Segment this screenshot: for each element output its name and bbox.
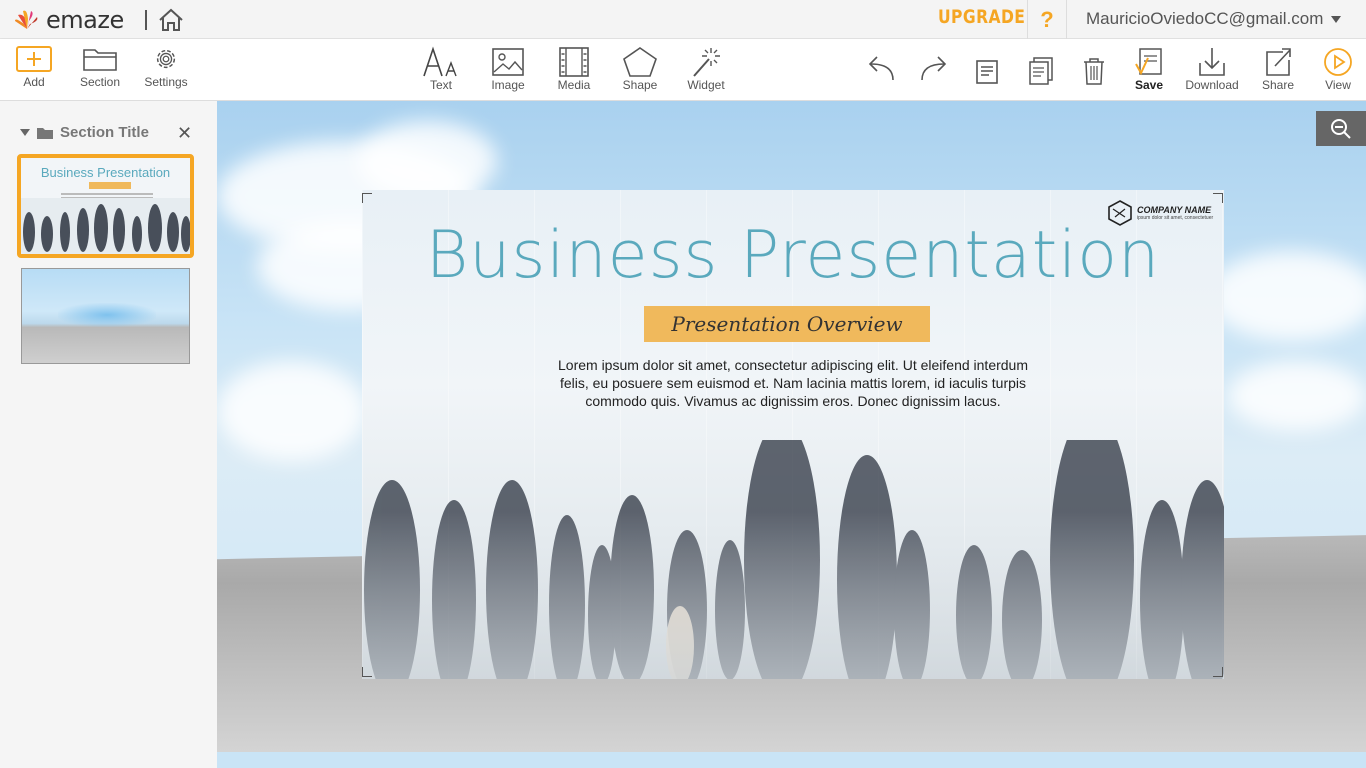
film-icon	[559, 47, 589, 77]
save-label: Save	[1134, 78, 1164, 92]
slide-thumbnail-2[interactable]	[21, 268, 190, 364]
copy-icon	[1029, 57, 1053, 85]
editor-toolbar: Add Section Settings Text Image Media Sh…	[0, 39, 1366, 101]
shape-label: Shape	[622, 78, 658, 92]
download-button[interactable]: Download	[1184, 39, 1240, 101]
cloud-decoration	[1207, 251, 1366, 341]
folder-icon	[83, 49, 117, 71]
image-tool-button[interactable]: Image	[487, 39, 529, 101]
close-icon[interactable]: ✕	[177, 123, 192, 144]
section-title[interactable]: Section Title	[60, 124, 149, 141]
home-icon[interactable]	[157, 7, 185, 33]
thumbnail-title: Business Presentation	[40, 165, 171, 180]
slide-title[interactable]: Business Presentation	[362, 218, 1224, 293]
trash-icon	[1084, 58, 1104, 85]
download-label: Download	[1185, 78, 1239, 92]
canvas-bottom-strip	[217, 752, 1366, 768]
gear-icon	[156, 49, 176, 69]
duplicate-button[interactable]	[1026, 39, 1056, 101]
share-icon	[1266, 48, 1291, 76]
slide-subtitle-banner[interactable]: Presentation Overview	[644, 306, 930, 342]
company-name: COMPANY NAME	[1137, 205, 1212, 215]
add-icon	[16, 46, 52, 72]
help-button[interactable]: ?	[1027, 0, 1067, 39]
save-button[interactable]: Save	[1128, 39, 1170, 101]
folder-icon	[37, 127, 53, 139]
media-tool-button[interactable]: Media	[553, 39, 595, 101]
share-button[interactable]: Share	[1258, 39, 1298, 101]
thumbnail-text-line	[61, 193, 153, 195]
chevron-down-icon	[1331, 15, 1342, 23]
cloud-decoration	[217, 361, 367, 461]
section-header[interactable]: Section Title	[20, 124, 149, 141]
add-button[interactable]: Add	[14, 39, 54, 101]
play-icon	[1324, 48, 1352, 76]
view-label: View	[1325, 78, 1351, 92]
logo-text: emaze	[46, 6, 124, 34]
pentagon-icon	[623, 47, 657, 77]
section-label: Section	[79, 75, 121, 89]
section-button[interactable]: Section	[78, 39, 122, 101]
text-icon	[423, 46, 457, 77]
widget-label: Widget	[687, 78, 725, 92]
thumbnail-banner	[89, 182, 131, 189]
settings-button[interactable]: Settings	[144, 39, 188, 101]
selection-corner[interactable]	[362, 667, 372, 677]
selection-corner[interactable]	[1213, 193, 1223, 203]
save-icon	[1135, 48, 1162, 76]
crowd-background-image	[362, 440, 1224, 679]
top-bar: emaze UPGRADE ? MauricioOviedoCC@gmail.c…	[0, 0, 1366, 39]
delete-button[interactable]	[1080, 39, 1108, 101]
text-label: Text	[429, 78, 452, 92]
collapse-triangle-icon[interactable]	[20, 129, 30, 136]
zoom-out-button[interactable]	[1316, 111, 1366, 146]
shape-tool-button[interactable]: Shape	[619, 39, 661, 101]
emaze-flower-icon	[15, 10, 38, 29]
document-icon	[976, 60, 998, 84]
image-icon	[492, 48, 524, 76]
selection-corner[interactable]	[1213, 667, 1223, 677]
slides-sidebar: Section Title ✕ Business Presentation	[0, 101, 217, 768]
redo-icon	[921, 56, 947, 81]
thumbnail-glow	[58, 303, 156, 327]
add-label: Add	[23, 75, 45, 89]
zoom-out-icon	[1331, 118, 1351, 139]
user-email: MauricioOviedoCC@gmail.com	[1086, 9, 1324, 28]
notes-button[interactable]	[972, 39, 1002, 101]
slide-subtitle: Presentation Overview	[671, 312, 903, 336]
cloud-decoration	[1227, 361, 1366, 431]
thumbnail-crowd-image	[21, 198, 190, 254]
media-label: Media	[557, 78, 591, 92]
widget-tool-button[interactable]: Widget	[684, 39, 728, 101]
download-icon	[1199, 48, 1225, 76]
cloud-decoration	[357, 121, 497, 201]
image-label: Image	[491, 78, 525, 92]
share-label: Share	[1261, 78, 1295, 92]
emaze-logo[interactable]: emaze	[14, 6, 124, 34]
slide-thumbnail-1[interactable]: Business Presentation	[17, 154, 194, 258]
upgrade-button[interactable]: UPGRADE	[938, 6, 1025, 28]
user-menu[interactable]: MauricioOviedoCC@gmail.com	[1086, 9, 1342, 29]
magic-wand-icon	[693, 48, 720, 77]
redo-button[interactable]	[917, 39, 951, 101]
logo-separator	[145, 10, 147, 30]
slide-body-text[interactable]: Lorem ipsum dolor sit amet, consectetur …	[554, 356, 1032, 410]
text-tool-button[interactable]: Text	[420, 39, 462, 101]
view-button[interactable]: View	[1320, 39, 1356, 101]
undo-icon	[868, 56, 894, 81]
undo-button[interactable]	[864, 39, 898, 101]
slide-editor[interactable]: COMPANY NAME ipsum dolor sit amet, conse…	[362, 190, 1224, 679]
selection-corner[interactable]	[362, 193, 372, 203]
settings-label: Settings	[144, 75, 188, 89]
